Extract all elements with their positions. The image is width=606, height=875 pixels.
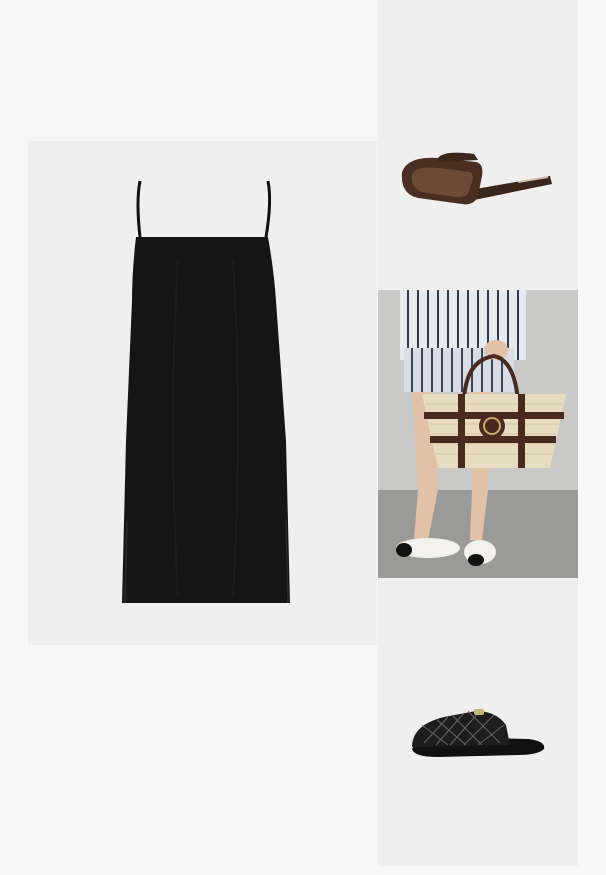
black-slip-dress-illustration bbox=[28, 141, 377, 645]
outfit-collage bbox=[0, 0, 606, 875]
tote-bag-model-photo[interactable] bbox=[378, 290, 578, 578]
black-woven-mule-illustration bbox=[412, 709, 545, 757]
sunglasses-product-image[interactable] bbox=[378, 0, 578, 289]
dress-product-image[interactable] bbox=[28, 141, 377, 645]
mules-product-image[interactable] bbox=[378, 579, 578, 866]
model-with-straw-tote-illustration bbox=[378, 290, 578, 578]
brown-sunglasses-illustration bbox=[401, 152, 552, 205]
